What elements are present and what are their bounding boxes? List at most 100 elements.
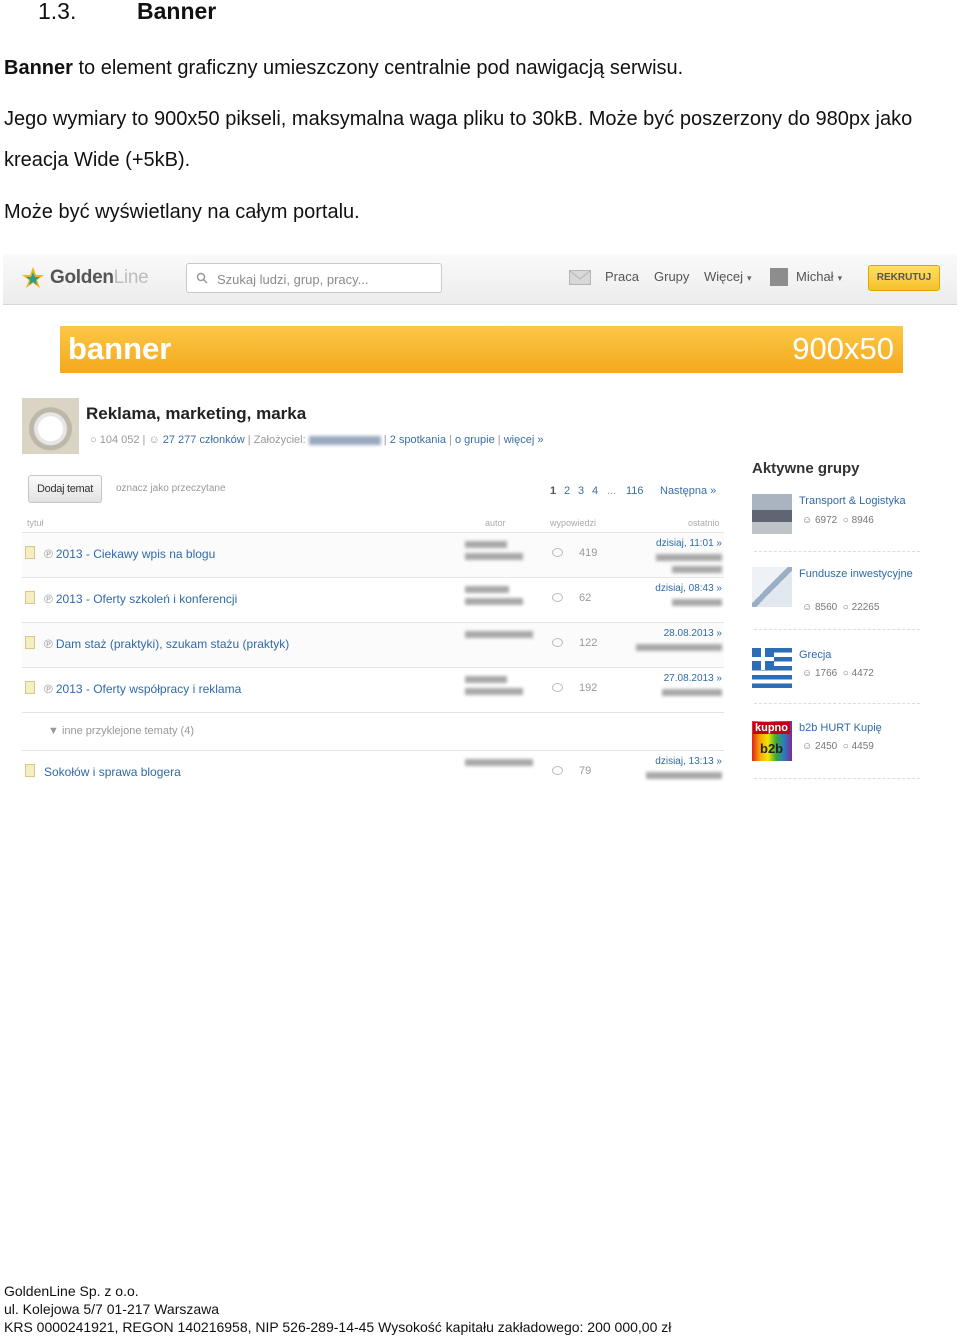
founder-label: Założyciel: <box>253 434 306 446</box>
divider <box>22 712 724 713</box>
topic-title-text: 2013 - Oferty szkoleń i konferencji <box>55 592 238 606</box>
greek-flag-icon <box>752 648 792 688</box>
topic-row[interactable]: Sokołów i sprawa blogera 79 dzisiaj, 13:… <box>22 751 724 786</box>
b2b-thumb-bottom: b2b <box>760 741 784 756</box>
goldenline-logo[interactable]: GoldenLine <box>21 264 149 292</box>
top-navigation-bar: GoldenLine Praca Grupy Więcej▾ Michał▾ R… <box>3 254 957 305</box>
active-group-posts: 8946 <box>851 515 874 526</box>
footer-registration: KRS 0000241921, REGON 140216958, NIP 526… <box>4 1319 672 1335</box>
paragraph-definition: Banner to element graficzny umieszczony … <box>4 48 954 89</box>
more-link[interactable]: więcej » <box>504 434 544 446</box>
active-group-name[interactable]: Grecja <box>799 648 919 662</box>
author-blurred[interactable] <box>465 541 525 565</box>
nav-praca[interactable]: Praca <box>605 269 639 284</box>
last-post[interactable]: 28.08.2013 » <box>636 628 722 651</box>
page-last[interactable]: 116 <box>626 485 644 497</box>
topic-icon <box>25 636 35 649</box>
comment-icon <box>552 766 563 775</box>
nav-wiecej[interactable]: Więcej ▾ <box>704 269 752 284</box>
logo-text-main: Golden <box>50 267 114 288</box>
banner-placeholder[interactable]: banner 900x50 <box>60 326 903 373</box>
last-post[interactable]: dzisiaj, 11:01 » <box>656 538 722 573</box>
reply-count: 192 <box>579 682 598 694</box>
separator: | <box>383 434 387 446</box>
section-title: Banner <box>137 0 217 24</box>
about-group-link[interactable]: o grupie <box>455 434 495 446</box>
section-number: 1.3. <box>38 0 77 24</box>
topic-title[interactable]: ℗ 2013 - Oferty współpracy i reklama <box>44 682 241 696</box>
author-blurred[interactable] <box>465 676 525 700</box>
topic-icon <box>25 681 35 694</box>
author-blurred[interactable] <box>465 759 533 771</box>
separator: | <box>449 434 452 446</box>
active-group-posts: 4459 <box>851 741 874 752</box>
active-group-members: 2450 <box>815 741 838 752</box>
reply-count: 79 <box>579 765 592 777</box>
avatar[interactable] <box>770 268 788 286</box>
active-group-stats: ☺ 2450 ○ 4459 <box>802 741 874 752</box>
topic-row[interactable]: ℗ Dam staż (praktyki), szukam stażu (prak… <box>22 623 724 667</box>
rekrutuj-button[interactable]: REKRUTUJ <box>868 265 940 291</box>
last-post[interactable]: dzisiaj, 08:43 » <box>655 583 722 606</box>
active-group-members: 8560 <box>815 602 838 613</box>
reply-count: 62 <box>579 592 592 604</box>
page-2[interactable]: 2 <box>564 485 570 497</box>
page-ellipsis: ... <box>607 485 617 497</box>
author-blurred[interactable] <box>465 586 525 610</box>
topic-title[interactable]: Sokołów i sprawa blogera <box>44 765 181 779</box>
separator: | <box>497 434 501 446</box>
next-page-link[interactable]: Następna » <box>660 485 716 497</box>
last-post[interactable]: dzisiaj, 13:13 » <box>646 756 722 779</box>
active-group-name[interactable]: Transport & Logistyka <box>799 494 919 508</box>
topic-row[interactable]: ℗ 2013 - Ciekawy wpis na blogu 419 dzisia… <box>22 533 724 577</box>
topic-title[interactable]: ℗ 2013 - Ciekawy wpis na blogu <box>44 547 215 561</box>
active-group-posts: 4472 <box>851 668 874 679</box>
envelope-icon[interactable] <box>569 270 591 285</box>
active-group-stats: ☺ 1766 ○ 4472 <box>802 668 874 679</box>
divider <box>754 703 920 704</box>
active-group-members: 6972 <box>815 515 838 526</box>
topic-title[interactable]: ℗ Dam staż (praktyki), szukam stażu (prak… <box>44 637 289 651</box>
pin-icon: ℗ <box>44 547 53 561</box>
topic-row[interactable]: ℗ 2013 - Oferty współpracy i reklama 192 … <box>22 668 724 712</box>
chevron-down-icon: ▾ <box>837 273 843 283</box>
active-group-name[interactable]: Fundusze inwestycyjne <box>799 567 919 581</box>
separator: | <box>142 434 146 446</box>
page-4[interactable]: 4 <box>592 485 598 497</box>
topic-title-text: Dam staż (praktyki), szukam stażu (prakt… <box>55 637 290 651</box>
banner-size: 900x50 <box>792 331 894 366</box>
other-pinned-toggle[interactable]: ▼ inne przyklejone tematy (4) <box>48 725 194 737</box>
posts-icon: ○ <box>90 434 100 446</box>
definition-text: to element graficzny umieszczony central… <box>72 57 684 79</box>
separator: | <box>247 434 251 446</box>
reply-count: 419 <box>579 547 598 559</box>
group-title[interactable]: Reklama, marketing, marka <box>86 404 306 424</box>
nav-grupy[interactable]: Grupy <box>654 269 689 284</box>
section-heading: 1.3. Banner <box>38 0 216 26</box>
topic-row[interactable]: ℗ 2013 - Oferty szkoleń i konferencji 62 … <box>22 578 724 622</box>
logo-text: GoldenLine <box>50 267 149 289</box>
company-footer: GoldenLine Sp. z o.o. ul. Kolejowa 5/7 0… <box>4 1282 671 1336</box>
group-avatar[interactable] <box>22 398 79 454</box>
group-members-link[interactable]: 27 277 członków <box>163 434 245 446</box>
page-1[interactable]: 1 <box>550 485 556 497</box>
active-group-stats: ☺ 6972 ○ 8946 <box>802 515 874 526</box>
last-post-date: dzisiaj, 11:01 » <box>656 538 722 549</box>
nav-user-menu[interactable]: Michał ▾ <box>796 269 842 284</box>
nav-wiecej-label: Więcej <box>704 269 744 284</box>
meetings-link[interactable]: 2 spotkania <box>390 434 446 446</box>
mark-as-read-link[interactable]: oznacz jako przeczytane <box>116 483 226 494</box>
active-group-name[interactable]: b2b HURT Kupię <box>799 721 919 735</box>
banner-label: banner <box>68 331 172 366</box>
comment-icon <box>552 548 563 557</box>
topic-icon <box>25 546 35 559</box>
author-blurred[interactable] <box>465 631 533 643</box>
founder-name-blurred[interactable] <box>308 435 381 445</box>
add-topic-button[interactable]: Dodaj temat <box>28 475 102 503</box>
search-input[interactable] <box>215 264 439 294</box>
topic-title[interactable]: ℗ 2013 - Oferty szkoleń i konferencji <box>44 592 237 606</box>
group-posts: 104 052 <box>99 434 140 446</box>
last-post-date: dzisiaj, 08:43 » <box>655 583 722 594</box>
page-3[interactable]: 3 <box>578 485 584 497</box>
last-post[interactable]: 27.08.2013 » <box>662 673 722 696</box>
